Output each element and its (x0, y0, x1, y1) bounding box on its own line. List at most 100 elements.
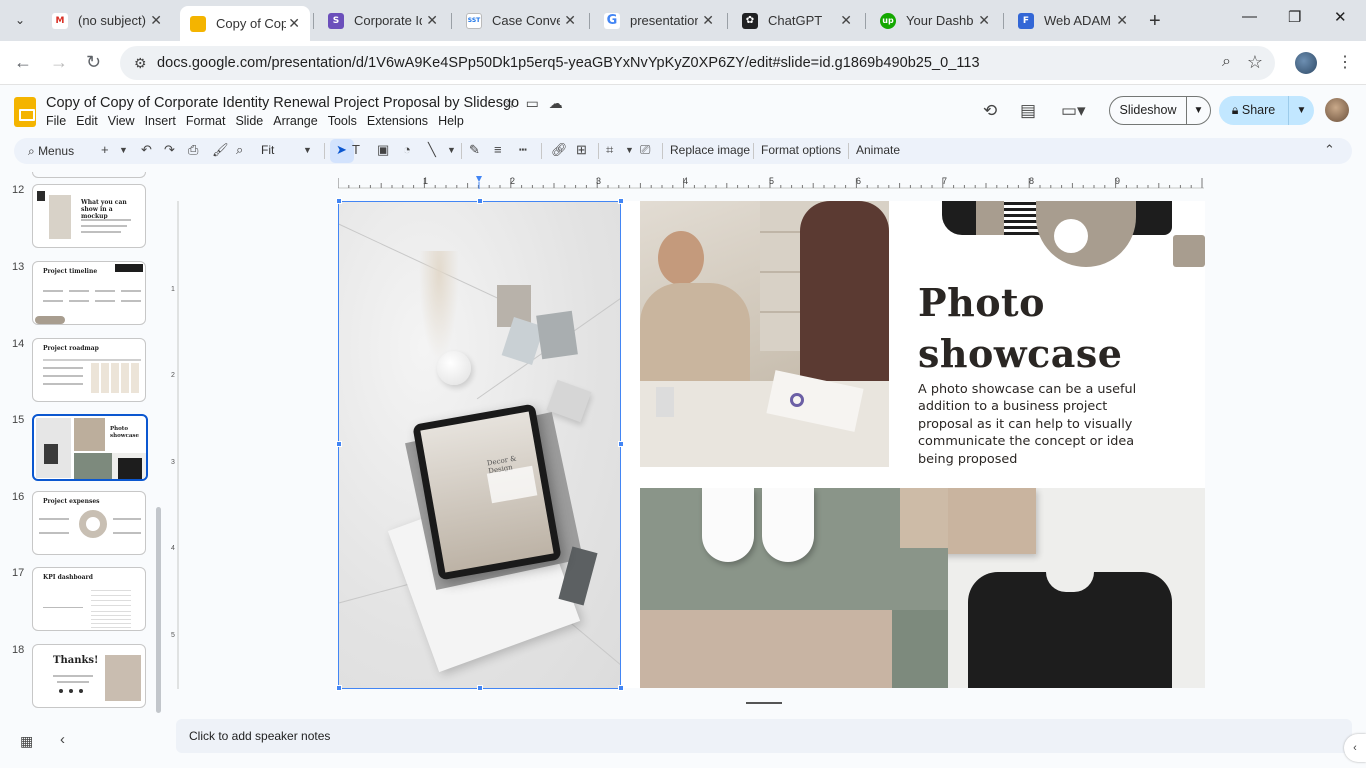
menu-arrange[interactable]: Arrange (273, 114, 317, 128)
collapse-panel-chevron-icon[interactable]: ‹ (60, 731, 65, 748)
resize-handle[interactable] (477, 685, 483, 691)
slide-thumbnail[interactable]: Project expenses (32, 491, 146, 555)
close-icon[interactable]: ✕ (426, 12, 438, 29)
close-icon[interactable]: ✕ (840, 12, 852, 29)
tab-upwork-dashboard[interactable]: up Your Dashboard ✕ (870, 6, 1000, 35)
close-icon[interactable]: ✕ (288, 15, 300, 32)
add-comment-icon[interactable]: ⊞ (576, 142, 587, 158)
ruler-indent-marker[interactable] (476, 176, 482, 182)
menu-insert[interactable]: Insert (145, 114, 176, 128)
notes-resize-handle[interactable] (746, 702, 782, 704)
meeting-photo[interactable] (640, 201, 889, 467)
text-box-icon[interactable]: T (352, 142, 360, 157)
link-icon[interactable]: 🔗︎ (551, 142, 568, 158)
address-bar[interactable]: ⚙ docs.google.com/presentation/d/1V6wA9K… (120, 46, 1275, 80)
version-history-icon[interactable]: ⟲ (983, 101, 997, 121)
filmstrip-slide[interactable]: 12 What you can show in a mockup (0, 184, 160, 250)
marble-tablet-image[interactable]: Decor & Design (339, 201, 621, 688)
animate-button[interactable]: Animate (856, 143, 900, 157)
slide-thumbnail[interactable]: What you can show in a mockup (32, 184, 146, 248)
cloud-status-icon[interactable]: ☁ (549, 95, 573, 111)
back-arrow-icon[interactable]: ← (14, 52, 32, 73)
close-icon[interactable]: ✕ (978, 12, 990, 29)
slide-thumbnail[interactable]: KPI dashboard (32, 567, 146, 631)
insert-image-icon[interactable]: ▣ (377, 142, 389, 158)
horizontal-ruler[interactable]: 1 2 3 4 5 6 7 8 9 (338, 176, 1204, 189)
new-slide-plus-icon[interactable]: + (101, 142, 109, 157)
tab-gmail[interactable]: M (no subject) ✕ (42, 6, 172, 35)
comments-icon[interactable]: ▤ (1020, 101, 1036, 121)
resize-handle[interactable] (618, 685, 624, 691)
speaker-notes-field[interactable]: Click to add speaker notes (176, 719, 1352, 753)
chevron-down-icon[interactable]: ▼ (119, 145, 128, 155)
select-cursor-icon[interactable]: ➤ (336, 142, 347, 158)
replace-image-button[interactable]: Replace image (670, 143, 750, 157)
chevron-down-icon[interactable]: ▼ (447, 145, 456, 155)
chevron-down-icon[interactable]: ▼ (1289, 105, 1314, 116)
slide-body-text[interactable]: A photo showcase can be a useful additio… (918, 381, 1138, 468)
reload-icon[interactable]: ↻ (86, 52, 101, 73)
print-icon[interactable]: ⎙ (188, 142, 198, 158)
line-icon[interactable]: ╲ (428, 142, 436, 158)
undo-icon[interactable]: ↶ (141, 142, 152, 158)
minimize-icon[interactable]: — (1242, 8, 1257, 25)
tab-web-adami[interactable]: F Web ADAMI ✕ (1008, 6, 1138, 35)
side-panel-toggle-chevron-icon[interactable]: ‹ (1344, 734, 1366, 762)
resize-handle[interactable] (336, 198, 342, 204)
crop-icon[interactable]: ⌗ (606, 142, 613, 158)
border-dash-icon[interactable]: ┅ (519, 142, 527, 158)
account-avatar[interactable] (1325, 98, 1349, 122)
resize-handle[interactable] (336, 685, 342, 691)
filmstrip-slide[interactable]: 17 KPI dashboard (0, 567, 160, 633)
filmstrip-scrollbar[interactable] (156, 507, 161, 713)
window-close-icon[interactable]: ✕ (1334, 8, 1347, 26)
tshirt-photo[interactable] (948, 488, 1205, 688)
filmstrip-slide[interactable]: 14 Project roadmap (0, 338, 160, 404)
filmstrip-slide[interactable]: 13 Project timeline (0, 261, 160, 327)
resize-handle[interactable] (618, 198, 624, 204)
sneakers-photo[interactable] (640, 488, 948, 688)
tab-case-converter[interactable]: SST Case Converter ✕ (456, 6, 586, 35)
tab-google-slides[interactable]: Copy of Copy of Corporate Identity Renew… (180, 6, 310, 41)
filmstrip-slide-selected[interactable]: 15 Photo showcase (0, 414, 160, 481)
browser-profile-avatar[interactable] (1295, 52, 1317, 74)
border-color-icon[interactable]: ✎ (469, 142, 480, 158)
chevron-down-icon[interactable]: ▼ (303, 145, 312, 155)
format-options-button[interactable]: Format options (761, 143, 841, 157)
zoom-icon[interactable]: ⌕ (1222, 53, 1231, 71)
shape-icon[interactable]: ◔ (403, 142, 411, 157)
resize-handle[interactable] (477, 198, 483, 204)
zoom-icon[interactable]: ⌕ (236, 142, 243, 158)
star-icon[interactable]: ☆ (503, 95, 526, 111)
current-slide[interactable]: Decor & Design Photo showcase A photo sh… (339, 201, 1205, 688)
site-settings-icon[interactable]: ⚙ (134, 55, 147, 72)
border-weight-icon[interactable]: ≡ (494, 142, 502, 157)
close-icon[interactable]: ✕ (564, 12, 576, 29)
close-icon[interactable]: ✕ (702, 12, 714, 29)
menu-help[interactable]: Help (438, 114, 464, 128)
tab-search-chevron-icon[interactable]: ⌄ (8, 8, 32, 32)
chevron-down-icon[interactable]: ▼ (625, 145, 634, 155)
new-tab-plus-icon[interactable]: + (1149, 10, 1161, 33)
move-folder-icon[interactable]: ▭ (526, 95, 549, 111)
paint-format-icon[interactable]: 🖌︎ (212, 142, 229, 158)
document-title[interactable]: Copy of Copy of Corporate Identity Renew… (46, 95, 519, 111)
close-icon[interactable]: ✕ (150, 12, 162, 29)
slide-thumbnail[interactable]: Project roadmap (32, 338, 146, 402)
tab-presentation-search[interactable]: G presentation ✕ (594, 6, 724, 35)
slide-thumbnail[interactable]: Project timeline (32, 261, 146, 325)
share-button[interactable]: 🔒︎ Share ▼ (1219, 96, 1314, 125)
zoom-select[interactable]: Fit (261, 143, 274, 157)
menu-format[interactable]: Format (186, 114, 226, 128)
menu-extensions[interactable]: Extensions (367, 114, 428, 128)
slide-title[interactable]: Photo showcase (918, 277, 1122, 379)
vertical-ruler[interactable]: 1 2 3 4 5 (171, 201, 179, 689)
menu-file[interactable]: File (46, 114, 66, 128)
browser-menu-icon[interactable]: ⋮ (1337, 52, 1353, 72)
bookmark-star-icon[interactable]: ☆ (1247, 52, 1263, 73)
meet-camera-icon[interactable]: ▭▾ (1061, 101, 1086, 121)
forward-arrow-icon[interactable]: → (50, 52, 68, 73)
filmstrip-slide[interactable]: 18 Thanks! (0, 644, 160, 710)
filmstrip-slide[interactable]: 16 Project expenses (0, 491, 160, 557)
menu-slide[interactable]: Slide (235, 114, 263, 128)
